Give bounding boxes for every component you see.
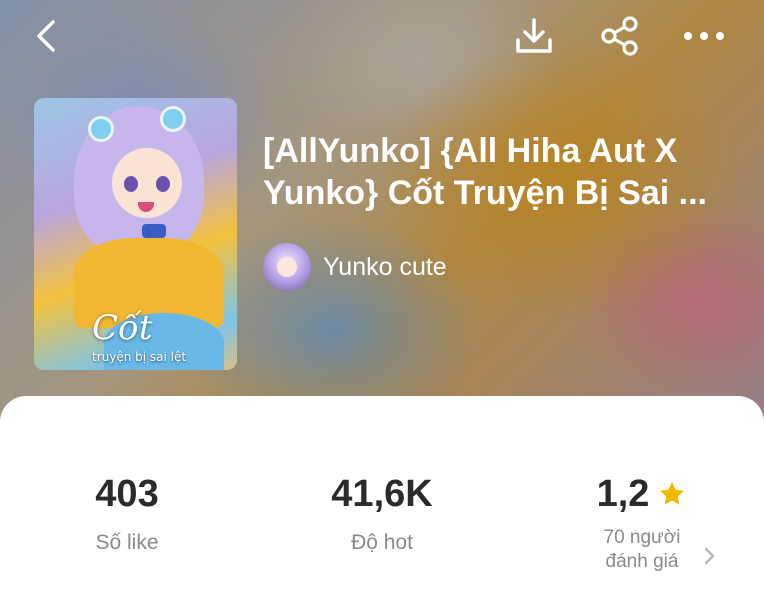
chevron-left-icon [37,20,55,52]
rating-value: 1,2 [596,473,650,515]
story-title: [AllYunko] {All Hiha Aut X Yunko} Cốt Tr… [263,132,707,212]
hot-label: Độ hot [351,531,413,554]
cover-title-text: Cốt [92,308,153,348]
star-icon [660,482,685,505]
share-icon [601,16,638,56]
hot-count: 41,6K [331,473,433,515]
share-button[interactable] [596,12,644,60]
author-link[interactable]: Yunko cute [263,242,447,292]
rating-count-label-2: đánh giá [605,551,679,572]
download-button[interactable] [510,12,558,60]
download-icon [516,18,552,53]
back-button[interactable] [22,12,70,60]
rating-stat[interactable]: 1,2 70 người đánh giá [562,470,722,574]
story-cover-image[interactable]: Cốt truyện bị sai lệt [34,98,237,370]
chevron-right-icon[interactable] [700,544,720,568]
likes-stat: 403 Số like [62,470,192,556]
more-button[interactable] [680,12,728,60]
likes-count: 403 [95,473,159,515]
likes-label: Số like [95,531,159,554]
more-horizontal-icon [684,32,724,40]
rating-count-label: 70 người [603,527,681,548]
author-avatar [263,243,311,291]
author-name: Yunko cute [323,252,447,281]
top-bar [0,0,764,76]
cover-subtitle-text: truyện bị sai lệt [92,350,187,364]
hot-stat: 41,6K Độ hot [312,470,452,556]
